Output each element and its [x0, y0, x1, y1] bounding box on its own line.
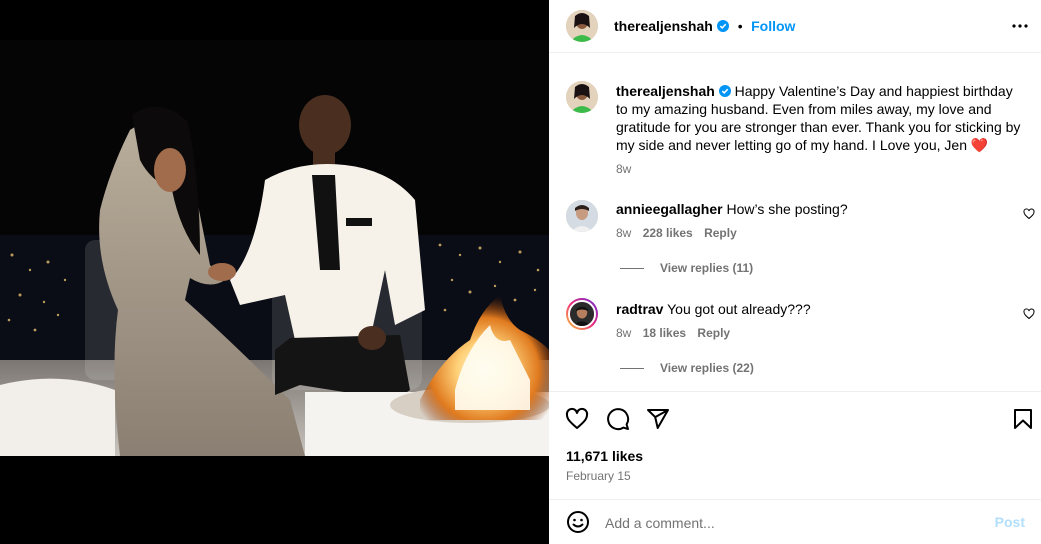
- caption-time[interactable]: 8w: [616, 162, 631, 176]
- view-replies-label: View replies (22): [660, 361, 754, 375]
- post-photo: [0, 40, 549, 456]
- view-replies-label: View replies (11): [660, 261, 754, 275]
- heart-emoji: ❤️: [970, 137, 989, 153]
- post-detail-panel: therealjenshah • Follow therealjenshah H…: [549, 0, 1041, 544]
- caption: therealjenshah Happy Valentine’s Day and…: [616, 82, 1026, 178]
- comment-item: annieegallagher How’s she posting? 8w 22…: [616, 200, 848, 242]
- post-header: therealjenshah • Follow: [549, 0, 1041, 53]
- author-username[interactable]: therealjenshah: [614, 18, 713, 34]
- replies-divider: [620, 368, 644, 370]
- comment-input[interactable]: [605, 513, 985, 533]
- likes-count[interactable]: 11,671 likes: [566, 448, 643, 464]
- comment-time[interactable]: 8w: [616, 326, 631, 340]
- comment-likes[interactable]: 228 likes: [643, 226, 693, 240]
- post-actions: 11,671 likes February 15: [549, 391, 1041, 499]
- comment-avatar[interactable]: [566, 298, 598, 330]
- caption-avatar[interactable]: [566, 81, 598, 113]
- save-icon[interactable]: [1011, 407, 1035, 431]
- add-comment-bar: Post: [549, 499, 1041, 544]
- reply-button[interactable]: Reply: [704, 226, 737, 240]
- follow-button[interactable]: Follow: [751, 18, 795, 34]
- comment-username[interactable]: annieegallagher: [616, 201, 723, 217]
- post-date[interactable]: February 15: [566, 469, 631, 483]
- post-media[interactable]: [0, 0, 549, 544]
- comment-like-icon[interactable]: [1023, 208, 1035, 220]
- view-replies-button[interactable]: View replies (22): [620, 361, 754, 375]
- view-replies-button[interactable]: View replies (11): [620, 261, 753, 275]
- author-avatar[interactable]: [566, 10, 598, 42]
- reply-button[interactable]: Reply: [697, 326, 730, 340]
- comment-body: How’s she posting?: [726, 201, 848, 217]
- comment-like-icon[interactable]: [1023, 308, 1035, 320]
- verified-badge-icon: [717, 20, 730, 32]
- comment-likes[interactable]: 18 likes: [643, 326, 686, 340]
- like-icon[interactable]: [565, 407, 589, 431]
- comment-username[interactable]: radtrav: [616, 301, 663, 317]
- comment-body: You got out already???: [667, 301, 811, 317]
- comment-item: radtrav You got out already??? 8w 18 lik…: [616, 300, 811, 342]
- comment-avatar[interactable]: [566, 200, 598, 232]
- post-button[interactable]: Post: [995, 514, 1025, 530]
- header-user-line: therealjenshah • Follow: [614, 17, 795, 35]
- header-separator: •: [737, 18, 743, 34]
- caption-username[interactable]: therealjenshah: [616, 83, 715, 99]
- comment-icon[interactable]: [606, 407, 630, 431]
- comment-time[interactable]: 8w: [616, 226, 631, 240]
- emoji-icon[interactable]: [566, 510, 590, 534]
- share-icon[interactable]: [646, 407, 670, 431]
- replies-divider: [620, 268, 644, 270]
- verified-badge-icon: [718, 85, 731, 97]
- more-options-icon[interactable]: [1011, 17, 1029, 35]
